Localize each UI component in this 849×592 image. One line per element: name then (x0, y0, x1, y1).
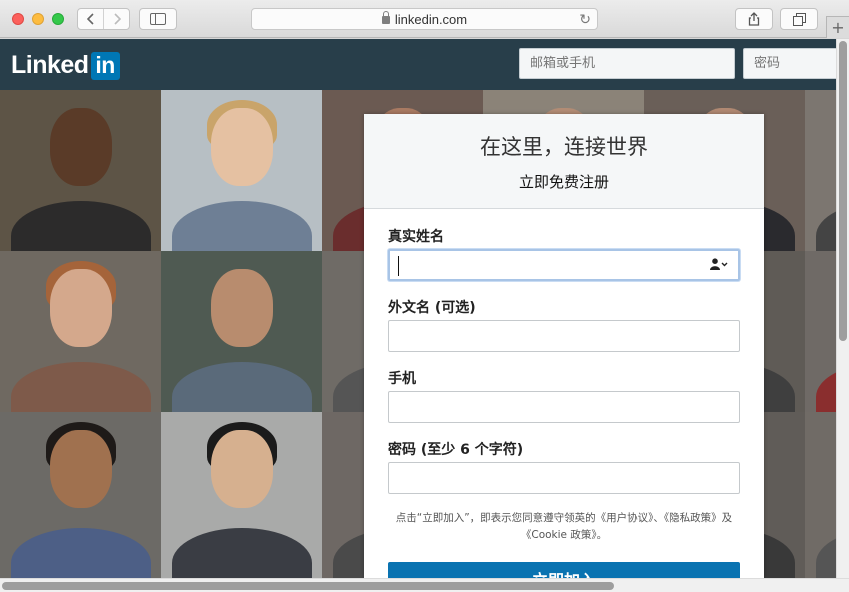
back-button[interactable] (78, 9, 103, 29)
background-photo (0, 412, 161, 578)
signup-subtitle: 立即免费注册 (518, 173, 609, 191)
signup-form: 真实姓名 外文名 (可选) 手机 密码 (至少 6 个字符) 点击“立即加入”，… (364, 209, 764, 578)
forward-button[interactable] (103, 9, 129, 29)
signup-card: 在这里，连接世界 立即免费注册 真实姓名 外文名 (可选) 手机 密码 (至少 … (364, 114, 764, 578)
logo-in-box: in (90, 51, 120, 80)
horizontal-scrollbar[interactable] (0, 578, 849, 592)
url-text: linkedin.com (394, 11, 468, 27)
horizontal-scroll-thumb[interactable] (2, 582, 614, 590)
share-icon (748, 12, 760, 26)
reload-icon[interactable]: ↻ (579, 11, 591, 28)
signup-card-header: 在这里，连接世界 立即免费注册 (364, 114, 764, 209)
background-photo (805, 412, 836, 578)
plus-icon: + (831, 18, 845, 37)
password-input[interactable] (388, 462, 740, 494)
address-bar[interactable]: linkedin.com ↻ (251, 8, 598, 30)
zoom-window-button[interactable] (52, 13, 64, 25)
text-caret (398, 256, 399, 276)
new-tab-button[interactable]: + (826, 16, 849, 38)
vertical-scroll-thumb[interactable] (839, 41, 847, 341)
background-photo (161, 412, 322, 578)
linkedin-logo[interactable]: Linked in (11, 51, 120, 80)
contact-autofill-icon[interactable] (710, 258, 728, 274)
background-photo (805, 90, 836, 251)
login-email-input[interactable] (519, 48, 735, 79)
background-photo (161, 90, 322, 251)
logo-text: Linked (11, 51, 89, 79)
phone-label: 手机 (388, 371, 416, 387)
foreign-name-label: 外文名 (可选) (388, 300, 476, 316)
real-name-input[interactable] (388, 249, 740, 281)
history-nav (77, 8, 130, 30)
close-window-button[interactable] (12, 13, 24, 25)
chevron-right-icon (114, 13, 121, 25)
site-header: Linked in (0, 39, 843, 90)
password-label: 密码 (至少 6 个字符) (388, 442, 524, 458)
background-photo (161, 251, 322, 412)
vertical-scrollbar[interactable] (836, 39, 849, 578)
share-button[interactable] (735, 8, 773, 30)
lock-icon (381, 11, 390, 24)
minimize-window-button[interactable] (32, 13, 44, 25)
background-photo (805, 251, 836, 412)
background-photo (0, 90, 161, 251)
chevron-left-icon (86, 13, 94, 25)
terms-notice: 点击“立即加入”，即表示您同意遵守领英的《用户协议》、《隐私政策》及《Cooki… (395, 512, 733, 541)
sidebar-button[interactable] (139, 8, 177, 30)
signup-title: 在这里，连接世界 (480, 135, 648, 159)
tabs-icon (792, 12, 806, 26)
sidebar-icon (150, 13, 166, 25)
phone-input[interactable] (388, 391, 740, 423)
background-photo (0, 251, 161, 412)
browser-toolbar: linkedin.com ↻ (0, 0, 849, 38)
tabs-overview-button[interactable] (780, 8, 818, 30)
login-password-input[interactable] (743, 48, 843, 79)
join-now-button[interactable]: 立即加入 (388, 562, 740, 578)
real-name-label: 真实姓名 (388, 229, 444, 245)
foreign-name-input[interactable] (388, 320, 740, 352)
